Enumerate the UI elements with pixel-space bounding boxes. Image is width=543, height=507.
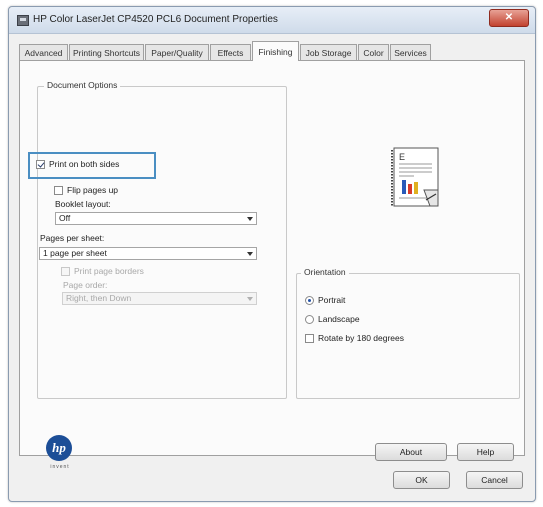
about-button[interactable]: About bbox=[375, 443, 447, 461]
dropdown-arrow-icon bbox=[247, 297, 253, 301]
tab-color[interactable]: Color bbox=[358, 44, 389, 60]
radio-button[interactable] bbox=[305, 295, 314, 305]
ok-button[interactable]: OK bbox=[393, 471, 450, 489]
booklet-layout-select[interactable]: Off bbox=[55, 212, 257, 225]
tab-advanced[interactable]: Advanced bbox=[19, 44, 68, 60]
booklet-layout-label: Booklet layout: bbox=[55, 199, 111, 209]
window-title: HP Color LaserJet CP4520 PCL6 Document P… bbox=[33, 14, 278, 25]
page-order-value: Right, then Down bbox=[66, 293, 132, 303]
printer-icon bbox=[17, 15, 29, 26]
document-properties-window: HP Color LaserJet CP4520 PCL6 Document P… bbox=[8, 6, 536, 502]
dropdown-arrow-icon bbox=[247, 252, 253, 256]
radio-button[interactable] bbox=[305, 314, 314, 324]
print-both-sides-checkbox[interactable]: Print on both sides bbox=[36, 159, 119, 169]
landscape-label: Landscape bbox=[318, 314, 360, 324]
print-both-sides-label: Print on both sides bbox=[49, 159, 120, 169]
print-page-borders-label: Print page borders bbox=[74, 266, 144, 276]
document-options-legend: Document Options bbox=[44, 80, 121, 90]
flip-pages-up-label: Flip pages up bbox=[67, 185, 119, 195]
document-preview-image: E bbox=[391, 147, 439, 207]
booklet-layout-value: Off bbox=[59, 213, 71, 223]
tab-printing-shortcuts[interactable]: Printing Shortcuts bbox=[69, 44, 144, 60]
checkbox-box[interactable] bbox=[54, 185, 63, 195]
title-bar: HP Color LaserJet CP4520 PCL6 Document P… bbox=[9, 7, 535, 34]
close-button[interactable]: ✕ bbox=[489, 9, 529, 27]
flip-pages-up-checkbox[interactable]: Flip pages up bbox=[54, 185, 118, 195]
finishing-tab-panel: Document Options Print on both sides Fli… bbox=[19, 60, 525, 461]
portrait-label: Portrait bbox=[318, 295, 346, 305]
orientation-legend: Orientation bbox=[301, 267, 349, 277]
page-order-select[interactable]: Right, then Down bbox=[62, 292, 257, 305]
dropdown-arrow-icon bbox=[247, 217, 253, 221]
help-button[interactable]: Help bbox=[457, 443, 514, 461]
page-order-label: Page order: bbox=[63, 280, 108, 290]
pages-per-sheet-select[interactable]: 1 page per sheet bbox=[39, 247, 257, 260]
pages-per-sheet-value: 1 page per sheet bbox=[43, 248, 107, 258]
portrait-radio[interactable]: Portrait bbox=[305, 295, 345, 305]
tab-job-storage[interactable]: Job Storage bbox=[300, 44, 357, 60]
landscape-radio[interactable]: Landscape bbox=[305, 314, 360, 324]
tab-finishing[interactable]: Finishing bbox=[252, 41, 299, 61]
tab-services[interactable]: Services bbox=[390, 44, 431, 60]
checkbox-box[interactable] bbox=[305, 333, 314, 343]
pages-per-sheet-label: Pages per sheet: bbox=[40, 233, 105, 243]
rotate-180-label: Rotate by 180 degrees bbox=[318, 333, 405, 343]
checkbox-box[interactable] bbox=[61, 266, 70, 276]
svg-text:E: E bbox=[399, 152, 405, 162]
tab-effects[interactable]: Effects bbox=[210, 44, 251, 60]
print-page-borders-checkbox[interactable]: Print page borders bbox=[61, 266, 144, 276]
hp-logo: hp bbox=[46, 435, 72, 461]
tab-paper-quality[interactable]: Paper/Quality bbox=[145, 44, 209, 60]
hp-logo-subtext: invent bbox=[50, 464, 70, 470]
rotate-180-checkbox[interactable]: Rotate by 180 degrees bbox=[305, 333, 404, 343]
checkbox-box[interactable] bbox=[36, 159, 45, 169]
cancel-button[interactable]: Cancel bbox=[466, 471, 523, 489]
